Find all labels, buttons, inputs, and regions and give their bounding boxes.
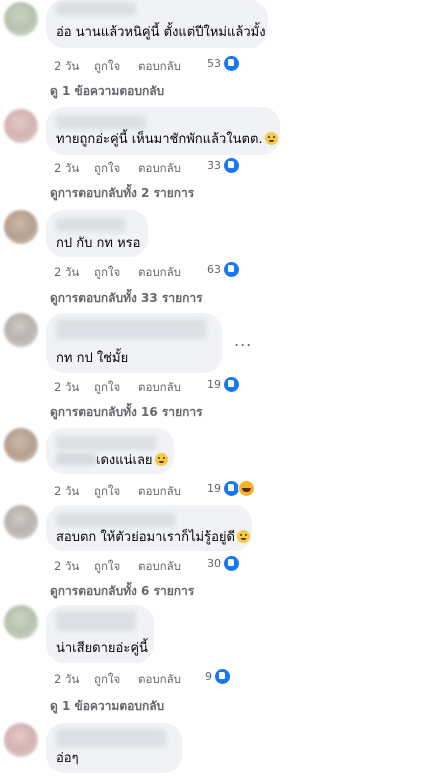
like-button[interactable]: ถูกใจ	[94, 671, 120, 689]
comment-time[interactable]: 2 วัน	[54, 483, 79, 501]
reaction-count[interactable]: 9	[205, 668, 231, 685]
comment-text-value: สอบตก ให้ตัวย่อมาเราก็ไม่รู้อยู่ดี	[56, 530, 235, 545]
reply-button[interactable]: ตอบกลับ	[138, 264, 181, 282]
comment-time[interactable]: 2 วัน	[54, 379, 79, 397]
comment-time[interactable]: 2 วัน	[54, 264, 79, 282]
comment-text-value: เดงแน่เลย	[96, 453, 153, 468]
like-button[interactable]: ถูกใจ	[94, 58, 120, 76]
reaction-count-value: 33	[207, 159, 221, 172]
reaction-count[interactable]: 53	[207, 55, 240, 72]
like-reaction-icon	[223, 55, 240, 72]
reaction-count-value: 30	[207, 557, 221, 570]
reaction-count-value: 53	[207, 57, 221, 70]
comment-bubble: สอบตก ให้ตัวย่อมาเราก็ไม่รู้อยู่ดี	[46, 505, 252, 551]
comment-bubble: ทายถูกอ่ะคู่นี้ เห็นมาชักพักแล้วในตต.	[46, 107, 280, 155]
avatar[interactable]	[4, 505, 38, 539]
reaction-count[interactable]: 63	[207, 261, 240, 278]
reaction-count[interactable]: 33	[207, 157, 240, 174]
avatar[interactable]	[4, 109, 38, 143]
reaction-count-value: 19	[207, 482, 221, 495]
reaction-count[interactable]: 19	[207, 480, 255, 497]
reaction-count-value: 9	[205, 670, 212, 683]
grin-emoji-icon	[154, 453, 168, 466]
comment-text: สอบตก ให้ตัวย่อมาเราก็ไม่รู้อยู่ดี	[56, 530, 250, 546]
like-button[interactable]: ถูกใจ	[94, 379, 120, 397]
like-button[interactable]: ถูกใจ	[94, 558, 120, 576]
avatar[interactable]	[4, 428, 38, 462]
comment-time[interactable]: 2 วัน	[54, 558, 79, 576]
reaction-count[interactable]: 19	[207, 376, 240, 393]
comment-time[interactable]: 2 วัน	[54, 160, 79, 178]
reaction-count[interactable]: 30	[207, 555, 240, 572]
blurred-mention[interactable]	[56, 453, 96, 465]
commenter-name[interactable]	[56, 319, 206, 339]
avatar[interactable]	[4, 210, 38, 244]
like-button[interactable]: ถูกใจ	[94, 160, 120, 178]
reply-button[interactable]: ตอบกลับ	[138, 379, 181, 397]
comment-text: อ่อ นานแล้วหนิคู่นี้ ตั้งแต่ปีใหม่แล้วมั…	[56, 25, 266, 40]
comment-text: กป กับ กท หรอ	[56, 236, 141, 251]
view-replies-link[interactable]: ดูการตอบกลับทั้ง 33 รายการ	[50, 289, 203, 308]
more-options-button[interactable]: ...	[234, 331, 252, 350]
reply-button[interactable]: ตอบกลับ	[138, 558, 181, 576]
commenter-name[interactable]	[56, 436, 156, 450]
like-reaction-icon	[223, 555, 240, 572]
comment-bubble: น่าเสียดายอ่ะคู่นี้	[46, 605, 154, 663]
comment-text-value: ทายถูกอ่ะคู่นี้ เห็นมาชักพักแล้วในตต.	[56, 132, 263, 147]
view-replies-link[interactable]: ดูการตอบกลับทั้ง 16 รายการ	[50, 403, 203, 422]
comment-time[interactable]: 2 วัน	[54, 671, 79, 689]
commenter-name[interactable]	[56, 513, 176, 527]
comment-bubble: กท กป ใช่มั้ย	[46, 313, 222, 373]
commenter-name[interactable]	[56, 2, 136, 16]
comment-time[interactable]: 2 วัน	[54, 58, 79, 76]
commenter-name[interactable]	[56, 611, 136, 631]
like-reaction-icon	[223, 261, 240, 278]
view-replies-link[interactable]: ดูการตอบกลับทั้ง 2 รายการ	[50, 184, 194, 203]
comment-text: ทายถูกอ่ะคู่นี้ เห็นมาชักพักแล้วในตต.	[56, 132, 278, 148]
reply-button[interactable]: ตอบกลับ	[138, 58, 181, 76]
comment-bubble: เดงแน่เลย	[46, 428, 174, 474]
comment-bubble: อ่อๆ	[46, 723, 182, 773]
commenter-name[interactable]	[56, 115, 146, 129]
view-replies-link[interactable]: ดู 1 ข้อความตอบกลับ	[50, 82, 164, 101]
like-button[interactable]: ถูกใจ	[94, 264, 120, 282]
comment-bubble: อ่อ นานแล้วหนิคู่นี้ ตั้งแต่ปีใหม่แล้วมั…	[46, 0, 268, 48]
avatar[interactable]	[4, 2, 38, 36]
like-reaction-icon	[223, 376, 240, 393]
grimace-emoji-icon	[264, 132, 278, 145]
like-reaction-icon	[223, 157, 240, 174]
reply-button[interactable]: ตอบกลับ	[138, 671, 181, 689]
commenter-name[interactable]	[56, 218, 126, 232]
avatar[interactable]	[4, 723, 38, 757]
view-replies-link[interactable]: ดู 1 ข้อความตอบกลับ	[50, 697, 164, 716]
reaction-count-value: 19	[207, 378, 221, 391]
comment-text: กท กป ใช่มั้ย	[56, 351, 129, 366]
reply-button[interactable]: ตอบกลับ	[138, 483, 181, 501]
reply-button[interactable]: ตอบกลับ	[138, 160, 181, 178]
avatar[interactable]	[4, 313, 38, 347]
view-replies-link[interactable]: ดูการตอบกลับทั้ง 6 รายการ	[50, 582, 194, 601]
reaction-count-value: 63	[207, 263, 221, 276]
comment-text: อ่อๆ	[56, 751, 79, 766]
like-reaction-icon	[214, 668, 231, 685]
grimace-emoji-icon	[236, 530, 250, 543]
haha-reaction-icon	[238, 480, 255, 497]
comment-bubble: กป กับ กท หรอ	[46, 210, 148, 257]
avatar[interactable]	[4, 605, 38, 639]
like-button[interactable]: ถูกใจ	[94, 483, 120, 501]
comment-text: น่าเสียดายอ่ะคู่นี้	[56, 641, 148, 656]
comment-text: เดงแน่เลย	[56, 453, 168, 469]
commenter-name[interactable]	[56, 729, 166, 747]
